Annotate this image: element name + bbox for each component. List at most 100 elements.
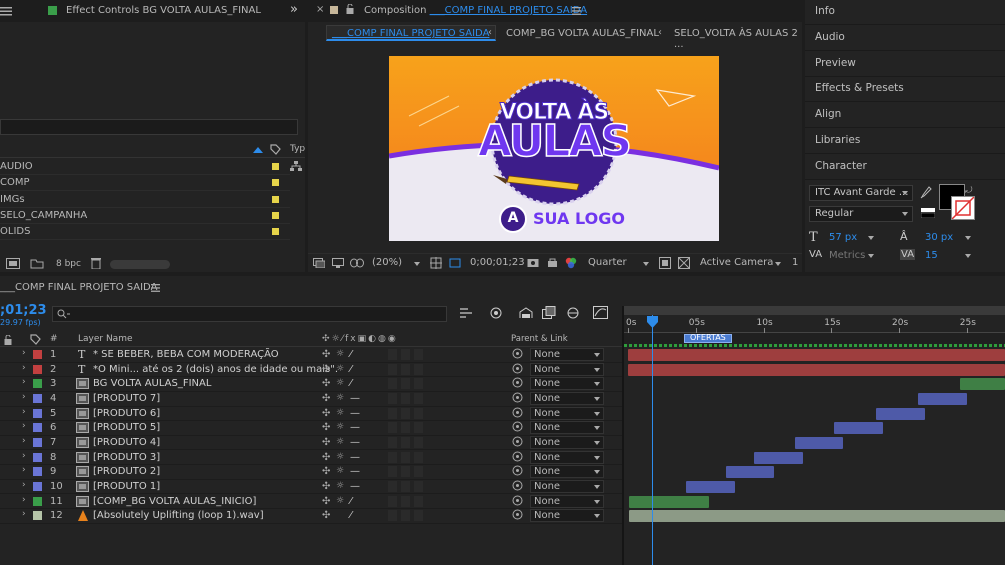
font-style-select[interactable]: Regular	[809, 206, 913, 222]
camera-select[interactable]: Active Camera	[698, 256, 784, 271]
parent-select[interactable]: None	[530, 391, 604, 405]
expand-layer-icon[interactable]: ›	[22, 421, 26, 431]
layer-label-swatch[interactable]	[33, 481, 42, 491]
layer-name[interactable]: *O Mini... até os 2 (dois) anos de idade…	[93, 364, 338, 375]
expand-layer-icon[interactable]: ›	[22, 407, 26, 417]
adjustment-switch[interactable]	[388, 378, 397, 390]
collapse-switch-icon[interactable]: ☼	[336, 496, 344, 506]
parent-select[interactable]: None	[530, 450, 604, 464]
draft-3d-icon[interactable]	[488, 305, 504, 321]
layer-row[interactable]: › 7 [PRODUTO 4] ✣ ☼ — None	[0, 435, 622, 451]
motion-blur-switch[interactable]	[401, 392, 410, 404]
current-time-display[interactable]: 0;00;01;23	[470, 257, 525, 268]
motion-blur-switch[interactable]	[401, 363, 410, 375]
default-colors-icon[interactable]	[921, 208, 935, 218]
3d-switch[interactable]	[414, 436, 423, 448]
comp-tab-selo-label[interactable]: SELO_VOLTA ÀS AULAS 2 ...	[674, 28, 802, 50]
3d-switch[interactable]	[414, 480, 423, 492]
layer-label-swatch[interactable]	[33, 364, 42, 374]
sidebar-item-character[interactable]: Character	[805, 155, 1005, 180]
layer-duration-bar[interactable]	[794, 436, 844, 449]
motion-blur-switch[interactable]	[401, 407, 410, 419]
quality-switch-icon[interactable]: —	[350, 452, 360, 463]
layer-name[interactable]: [PRODUTO 3]	[93, 452, 160, 463]
project-item[interactable]: IMGs	[0, 192, 290, 208]
parent-select[interactable]: None	[530, 479, 604, 493]
composition-menu-icon[interactable]	[572, 7, 581, 15]
motion-blur-switch[interactable]	[401, 466, 410, 478]
layer-row[interactable]: › 12 [Absolutely Uplifting (loop 1).wav]…	[0, 509, 622, 524]
layer-label-swatch[interactable]	[33, 350, 42, 359]
transparency-grid-icon[interactable]	[678, 257, 690, 269]
parent-select[interactable]: None	[530, 494, 604, 508]
shy-switch-icon[interactable]: ✣	[322, 466, 330, 477]
adjustment-switch[interactable]	[388, 422, 397, 434]
layer-label-swatch[interactable]	[33, 511, 42, 521]
resolution-select[interactable]: Quarter	[586, 256, 652, 271]
project-item[interactable]: OLIDS	[0, 224, 290, 241]
adjustment-switch[interactable]	[388, 363, 397, 375]
layer-row[interactable]: › 9 [PRODUTO 2] ✣ ☼ — None	[0, 465, 622, 480]
project-search-field[interactable]	[0, 119, 298, 135]
font-size-value[interactable]: 57 px	[829, 232, 857, 243]
layer-row[interactable]: › 4 [PRODUTO 7] ✣ ☼ — None	[0, 391, 622, 407]
swap-colors-icon[interactable]: ⤾	[965, 186, 973, 196]
panel-menu-icon[interactable]	[0, 7, 14, 16]
expand-layer-icon[interactable]: ›	[22, 451, 26, 461]
motion-blur-switch[interactable]	[401, 480, 410, 492]
expand-layer-icon[interactable]: ›	[22, 348, 26, 358]
collapse-switch-icon[interactable]: ☼	[336, 364, 344, 374]
layer-duration-bar[interactable]	[628, 363, 1005, 376]
adjustment-switch[interactable]	[388, 407, 397, 419]
timeline-tab-name[interactable]: ___COMP FINAL PROJETO SAIDA	[0, 282, 157, 293]
show-snapshot-icon[interactable]	[548, 257, 558, 267]
quality-switch-icon[interactable]: —	[350, 422, 360, 433]
motion-blur-switch[interactable]	[401, 422, 410, 434]
pick-whip-icon[interactable]	[512, 407, 523, 418]
layer-label-swatch[interactable]	[33, 379, 42, 389]
layer-duration-bar[interactable]	[725, 466, 775, 479]
adjustment-switch[interactable]	[388, 349, 397, 360]
tab-arrow-left-2-icon[interactable]: ‹	[658, 27, 662, 38]
timeline-search-field[interactable]	[52, 306, 447, 322]
frame-blending-icon[interactable]	[542, 306, 556, 320]
mask-path-icon[interactable]	[448, 257, 462, 269]
3d-switch[interactable]	[414, 392, 423, 404]
collapse-switch-icon[interactable]: ☼	[336, 408, 344, 418]
quality-switch-icon[interactable]: —	[350, 437, 360, 448]
layer-duration-bar[interactable]	[754, 451, 803, 464]
adjustment-switch[interactable]	[388, 436, 397, 448]
shy-switch-icon[interactable]: ✣	[322, 437, 330, 448]
motion-blur-icon[interactable]	[565, 306, 581, 320]
layer-row[interactable]: › 3 BG VOLTA AULAS_FINAL ✣ ☼ ⁄ None	[0, 377, 622, 392]
shy-switch-icon[interactable]: ✣	[322, 422, 330, 433]
3d-switch[interactable]	[414, 349, 423, 360]
effect-controls-tab[interactable]: Effect Controls BG VOLTA AULAS_FINAL	[66, 5, 261, 16]
comp-tab-final-label[interactable]: ___COMP FINAL PROJETO SAIDA	[332, 28, 489, 39]
sidebar-item-effects-presets[interactable]: Effects & Presets	[805, 77, 1005, 103]
motion-blur-switch[interactable]	[401, 436, 410, 448]
comp-mini-flowchart-icon[interactable]	[460, 306, 474, 320]
adjustment-switch[interactable]	[388, 495, 397, 507]
shy-switch-icon[interactable]: ✣	[322, 481, 330, 492]
shy-switch-icon[interactable]: ✣	[322, 364, 330, 375]
pick-whip-icon[interactable]	[512, 495, 523, 506]
color-channels-icon[interactable]	[565, 257, 577, 269]
shy-switch-icon[interactable]: ✣	[322, 349, 330, 360]
project-item[interactable]: SELO_CAMPANHA	[0, 208, 290, 224]
quality-switch-icon[interactable]: —	[350, 466, 360, 477]
collapse-switch-icon[interactable]: ☼	[336, 437, 344, 447]
composition-tab[interactable]: Composition ___COMP FINAL PROJETO SAIDA	[364, 5, 587, 16]
sidebar-item-info[interactable]: Info	[805, 0, 1005, 25]
collapse-switch-icon[interactable]: ☼	[336, 466, 344, 476]
pick-whip-icon[interactable]	[512, 348, 523, 359]
adjustment-switch[interactable]	[388, 466, 397, 478]
motion-blur-switch[interactable]	[401, 378, 410, 390]
pick-whip-icon[interactable]	[512, 480, 523, 491]
sidebar-item-audio[interactable]: Audio	[805, 26, 1005, 51]
pick-whip-icon[interactable]	[512, 421, 523, 432]
parent-select[interactable]: None	[530, 421, 604, 435]
number-column-label[interactable]: #	[50, 334, 58, 344]
layer-label-swatch[interactable]	[33, 393, 42, 403]
motion-blur-switch[interactable]	[401, 510, 410, 522]
